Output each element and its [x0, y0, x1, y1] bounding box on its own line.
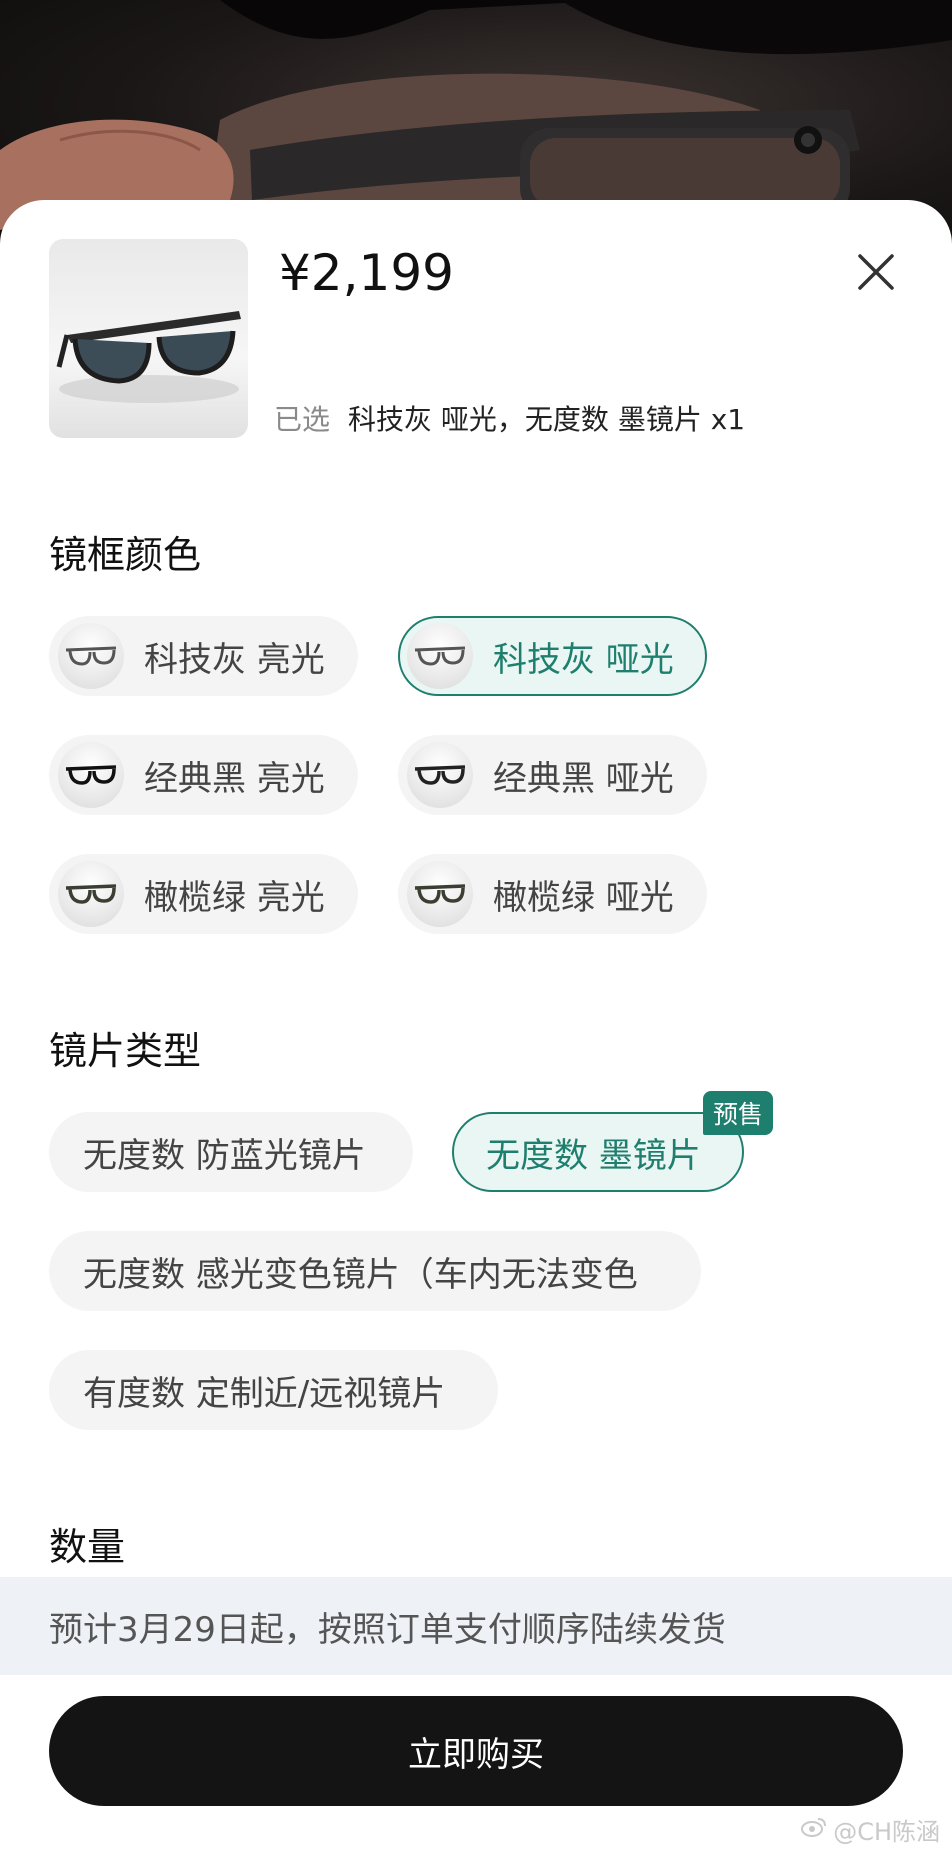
frame-option-label: 经典黑 亮光: [144, 758, 325, 799]
selected-label: 已选: [274, 403, 331, 436]
lens-option-label: 无度数 感光变色镜片（车内无法变色: [83, 1254, 638, 1295]
glasses-thumbnail-icon: [58, 623, 124, 689]
lens-option-label: 无度数 墨镜片: [486, 1135, 701, 1176]
glasses-thumbnail-icon: [407, 623, 473, 689]
frame-option-olive-green-matte[interactable]: 橄榄绿 哑光: [398, 854, 707, 934]
frame-option-label: 橄榄绿 亮光: [144, 877, 325, 918]
lens-option-prescription[interactable]: 有度数 定制近/远视镜片: [49, 1350, 498, 1430]
lens-option-sunglasses[interactable]: 无度数 墨镜片: [452, 1112, 744, 1192]
lens-option-label: 无度数 防蓝光镜片: [83, 1135, 366, 1176]
frame-option-label: 科技灰 亮光: [144, 639, 325, 680]
glasses-thumbnail-icon: [407, 742, 473, 808]
watermark: @CH陈涵: [801, 1812, 940, 1847]
selected-summary: 已选 科技灰 哑光，无度数 墨镜片 x1: [274, 398, 745, 438]
presale-badge: 预售: [703, 1091, 774, 1135]
lens-type-title: 镜片类型: [49, 1029, 202, 1073]
frame-option-tech-gray-glossy[interactable]: 科技灰 亮光: [49, 616, 358, 696]
selected-value: 科技灰 哑光，无度数 墨镜片 x1: [348, 403, 746, 436]
watermark-text: @CH陈涵: [833, 1818, 940, 1846]
frame-option-classic-black-glossy[interactable]: 经典黑 亮光: [49, 735, 358, 815]
lens-option-anti-blue[interactable]: 无度数 防蓝光镜片: [49, 1112, 413, 1192]
frame-option-label: 科技灰 哑光: [493, 639, 674, 680]
glasses-thumbnail-icon: [407, 861, 473, 927]
glasses-thumbnail-icon: [58, 742, 124, 808]
frame-option-label: 橄榄绿 哑光: [493, 877, 674, 918]
glasses-thumbnail-icon: [58, 861, 124, 927]
frame-option-label: 经典黑 哑光: [493, 758, 674, 799]
weibo-icon: [801, 1816, 827, 1844]
frame-option-classic-black-matte[interactable]: 经典黑 哑光: [398, 735, 707, 815]
product-price: ¥2,199: [279, 244, 454, 302]
lens-option-label: 有度数 定制近/远视镜片: [83, 1373, 446, 1414]
product-thumbnail: [49, 239, 248, 438]
close-icon[interactable]: [854, 250, 898, 294]
shipping-notice: 预计3月29日起，按照订单支付顺序陆续发货: [0, 1577, 952, 1675]
frame-option-olive-green-glossy[interactable]: 橄榄绿 亮光: [49, 854, 358, 934]
quantity-title: 数量: [49, 1525, 126, 1569]
frame-option-tech-gray-matte[interactable]: 科技灰 哑光: [398, 616, 707, 696]
lens-option-photochromic[interactable]: 无度数 感光变色镜片（车内无法变色: [49, 1231, 701, 1311]
frame-color-title: 镜框颜色: [49, 533, 202, 577]
buy-now-button[interactable]: 立即购买: [49, 1696, 903, 1806]
